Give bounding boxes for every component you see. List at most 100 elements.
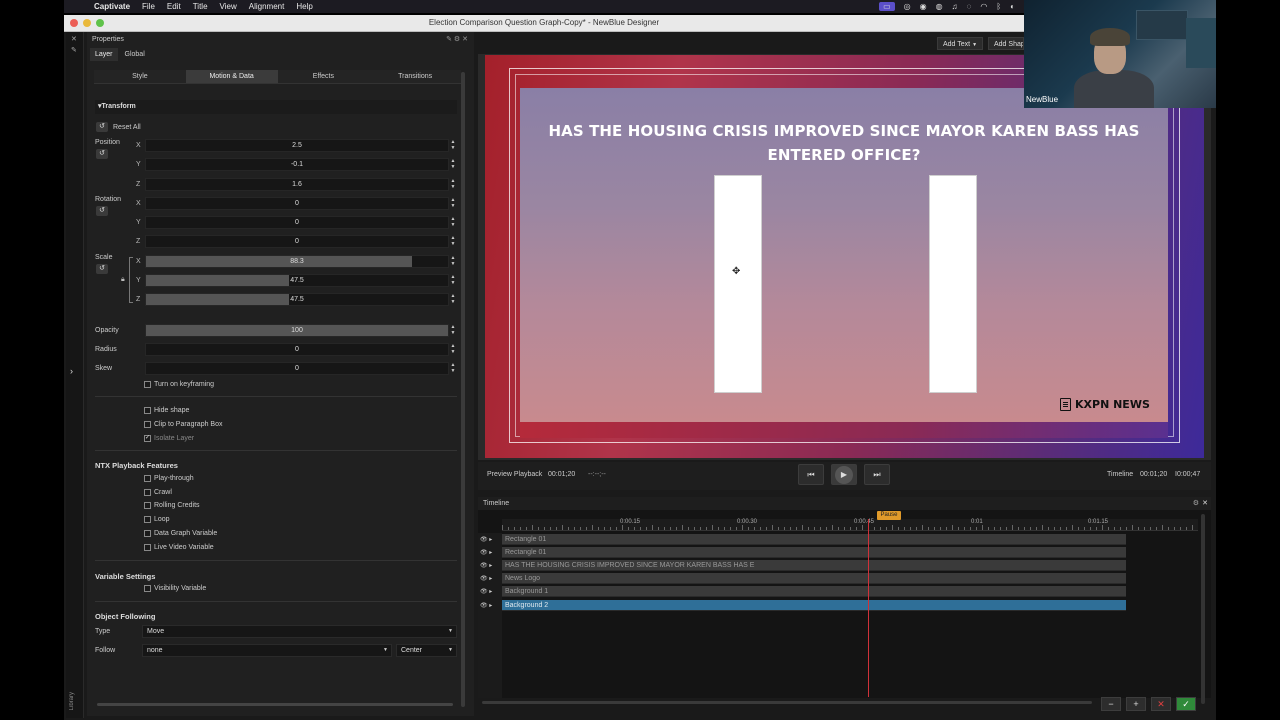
skew-field[interactable]: 0 — [145, 362, 449, 375]
close-icon[interactable]: ✕ — [462, 36, 468, 43]
position-y-stepper[interactable]: ▲ ▼ — [450, 158, 456, 171]
track-eye-icon[interactable]: 👁︎ ▸ — [480, 562, 492, 569]
track-eye-icon[interactable]: 👁︎ ▸ — [480, 536, 492, 543]
skip-forward-button[interactable]: ⏭ — [864, 464, 890, 485]
screen-record-icon[interactable]: ▭ — [879, 2, 895, 11]
track-eye-icon[interactable]: 👁︎ ▸ — [480, 602, 492, 609]
close-panel-icon[interactable]: ✕ — [71, 35, 77, 43]
add-shape-button[interactable]: Add Shap — [988, 37, 1024, 50]
position-y-field[interactable]: -0.1 — [145, 158, 449, 171]
bluetooth-icon[interactable]: ᛒ — [996, 2, 1001, 11]
question-text[interactable]: HAS THE HOUSING CRISIS IMPROVED SINCE MA… — [535, 119, 1153, 167]
rotation-reset-icon[interactable]: ↺ — [96, 206, 108, 216]
tray-icon-3[interactable]: ◍ — [936, 2, 943, 11]
track-background-2[interactable]: Background 2 — [502, 600, 1126, 611]
track-background-1[interactable]: Background 1 — [502, 586, 1126, 597]
timeline-hscrollbar[interactable] — [482, 701, 1092, 704]
track-question-text[interactable]: HAS THE HOUSING CRISIS IMPROVED SINCE MA… — [502, 560, 1126, 571]
anchor-select[interactable]: Center ▼ — [396, 644, 457, 657]
control-center-icon[interactable]: ◐ — [1010, 2, 1015, 11]
scale-y-field[interactable]: 47.5 — [145, 274, 449, 287]
tab-style[interactable]: Style — [94, 70, 186, 83]
skew-stepper[interactable]: ▲ ▼ — [450, 362, 456, 375]
data-graph-variable-checkbox[interactable]: Data Graph Variable — [144, 530, 217, 537]
track-eye-icon[interactable]: 👁︎ ▸ — [480, 588, 492, 595]
timeline-vscrollbar[interactable] — [1201, 514, 1205, 704]
edit-icon[interactable]: ✎ — [446, 36, 452, 43]
playhead[interactable] — [868, 519, 869, 697]
reset-all-icon[interactable]: ↺ — [96, 122, 108, 132]
reset-all-label[interactable]: Reset All — [113, 124, 141, 131]
position-z-field[interactable]: 1.6 — [145, 178, 449, 191]
settings-icon[interactable]: ⚙ — [454, 36, 460, 43]
position-z-stepper[interactable]: ▲ ▼ — [450, 178, 456, 191]
hide-shape-checkbox[interactable]: Hide shape — [144, 407, 189, 414]
menu-app[interactable]: Captivate — [94, 2, 130, 11]
track-rectangle-01-a[interactable]: Rectangle 01 — [502, 534, 1126, 545]
cancel-button[interactable]: ✕ — [1151, 697, 1171, 711]
expand-arrow-icon[interactable]: › — [70, 366, 73, 376]
isolate-layer-checkbox[interactable]: ✓ Isolate Layer — [144, 435, 194, 442]
timeline-ruler[interactable]: 0:00.15 0:00.30 0:00.45 0:01 0:01.15 — [502, 519, 1198, 531]
track-news-logo[interactable]: News Logo — [502, 573, 1126, 584]
properties-hscrollbar[interactable] — [97, 703, 453, 706]
rotation-y-stepper[interactable]: ▲ ▼ — [450, 216, 456, 229]
radius-field[interactable]: 0 — [145, 343, 449, 356]
pause-marker[interactable]: Pause — [877, 511, 901, 520]
transform-header[interactable]: ▾Transform — [95, 100, 457, 114]
library-tab[interactable]: Library — [69, 692, 75, 710]
properties-scrollbar[interactable] — [461, 72, 465, 707]
live-video-variable-checkbox[interactable]: Live Video Variable — [144, 544, 214, 551]
position-x-stepper[interactable]: ▲ ▼ — [450, 139, 456, 152]
radius-stepper[interactable]: ▲ ▼ — [450, 343, 456, 356]
keyframing-checkbox[interactable]: Turn on keyframing — [144, 381, 214, 388]
play-button[interactable]: ▶ — [831, 464, 857, 485]
position-reset-icon[interactable]: ↺ — [96, 149, 108, 159]
tray-icon-4[interactable]: ◌ — [967, 2, 972, 11]
scale-y-stepper[interactable]: ▲ ▼ — [450, 274, 456, 287]
rotation-z-field[interactable]: 0 — [145, 235, 449, 248]
zoom-in-button[interactable]: + — [1126, 697, 1146, 711]
scale-z-stepper[interactable]: ▲ ▼ — [450, 293, 456, 306]
position-x-field[interactable]: 2.5 — [145, 139, 449, 152]
rotation-x-field[interactable]: 0 — [145, 197, 449, 210]
play-through-checkbox[interactable]: Play-through — [144, 475, 194, 482]
audio-icon[interactable]: ♫ — [952, 2, 958, 11]
menu-view[interactable]: View — [220, 2, 237, 11]
tray-icon-1[interactable]: ◎ — [904, 2, 911, 11]
lock-icon[interactable]: 🔒︎ — [121, 276, 125, 284]
wifi-icon[interactable]: ◠ — [980, 2, 987, 11]
rotation-z-stepper[interactable]: ▲ ▼ — [450, 235, 456, 248]
scale-reset-icon[interactable]: ↺ — [96, 264, 108, 274]
loop-checkbox[interactable]: Loop — [144, 516, 170, 523]
timeline-settings-icon[interactable]: ⚙ — [1193, 499, 1199, 507]
tray-icon-2[interactable]: ◉ — [920, 2, 927, 11]
skip-back-button[interactable]: ⏮ — [798, 464, 824, 485]
rotation-y-field[interactable]: 0 — [145, 216, 449, 229]
type-select[interactable]: Move ▼ — [142, 625, 457, 638]
scale-z-field[interactable]: 47.5 — [145, 293, 449, 306]
track-rectangle-01-b[interactable]: Rectangle 01 — [502, 547, 1126, 558]
rolling-credits-checkbox[interactable]: Rolling Credits — [144, 502, 200, 509]
news-logo[interactable]: KXPN NEWS — [1060, 398, 1150, 411]
scale-x-stepper[interactable]: ▲ ▼ — [450, 255, 456, 268]
menu-alignment[interactable]: Alignment — [249, 2, 285, 11]
crawl-checkbox[interactable]: Crawl — [144, 489, 172, 496]
scale-x-field[interactable]: 88.3 — [145, 255, 449, 268]
menu-title[interactable]: Title — [193, 2, 208, 11]
rectangle-right[interactable] — [929, 175, 977, 393]
zoom-out-button[interactable]: − — [1101, 697, 1121, 711]
menu-file[interactable]: File — [142, 2, 155, 11]
tab-layer[interactable]: Layer — [90, 48, 118, 61]
menu-help[interactable]: Help — [296, 2, 312, 11]
add-text-button[interactable]: Add Text ▼ — [937, 37, 984, 50]
opacity-stepper[interactable]: ▲ ▼ — [450, 324, 456, 337]
opacity-field[interactable]: 100 — [145, 324, 449, 337]
track-eye-icon[interactable]: 👁︎ ▸ — [480, 549, 492, 556]
confirm-button[interactable]: ✓ — [1176, 697, 1196, 711]
clip-paragraph-checkbox[interactable]: Clip to Paragraph Box — [144, 421, 222, 428]
menu-edit[interactable]: Edit — [167, 2, 181, 11]
tab-motion-data[interactable]: Motion & Data — [185, 70, 278, 83]
tab-global[interactable]: Global — [120, 48, 150, 61]
tab-effects[interactable]: Effects — [278, 70, 370, 83]
